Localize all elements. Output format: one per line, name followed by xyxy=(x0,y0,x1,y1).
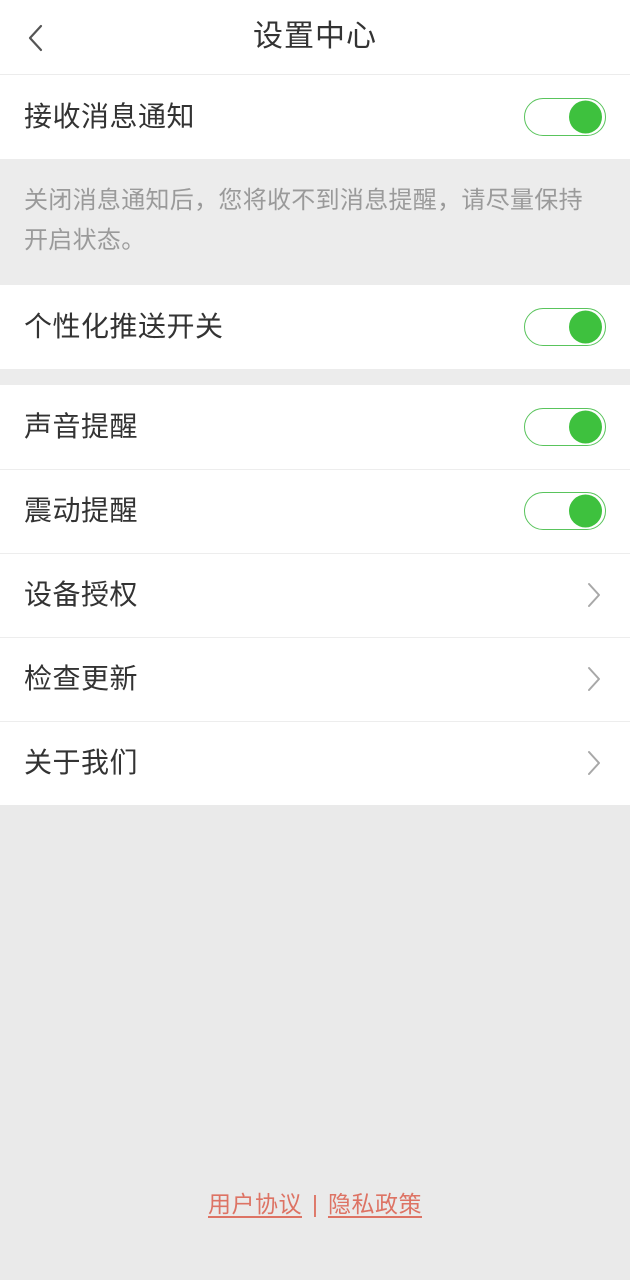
chevron-right-icon xyxy=(588,667,600,691)
row-check-update[interactable]: 检查更新 xyxy=(0,637,630,721)
row-label-device-authorization: 设备授权 xyxy=(24,579,139,610)
row-vibration-alert[interactable]: 震动提醒 xyxy=(0,469,630,553)
page-title: 设置中心 xyxy=(253,20,377,53)
toggle-knob xyxy=(569,310,602,344)
row-label-check-update: 检查更新 xyxy=(24,663,139,694)
toggle-vibration-alert[interactable] xyxy=(524,492,606,530)
footer-links: 用户协议 | 隐私政策 xyxy=(0,1193,630,1280)
row-sound-alert[interactable]: 声音提醒 xyxy=(0,385,630,469)
row-device-authorization[interactable]: 设备授权 xyxy=(0,553,630,637)
chevron-right-icon xyxy=(588,751,600,775)
user-agreement-link[interactable]: 用户协议 xyxy=(208,1193,302,1216)
footer-separator: | xyxy=(312,1191,318,1217)
notifications-section: 接收消息通知 xyxy=(0,75,630,159)
notifications-hint-text: 关闭消息通知后，您将收不到消息提醒，请尽量保持开启状态。 xyxy=(0,159,630,285)
row-label-vibration-alert: 震动提醒 xyxy=(24,495,139,526)
settings-screen: 设置中心 接收消息通知 关闭消息通知后，您将收不到消息提醒，请尽量保持开启状态。… xyxy=(0,0,630,1280)
personalized-push-section: 个性化推送开关 xyxy=(0,285,630,369)
toggle-knob xyxy=(569,100,602,134)
chevron-left-icon xyxy=(28,24,43,51)
row-label-personalized-push: 个性化推送开关 xyxy=(24,311,224,342)
toggle-personalized-push[interactable] xyxy=(524,308,606,346)
row-about-us[interactable]: 关于我们 xyxy=(0,721,630,805)
app-header: 设置中心 xyxy=(0,0,630,75)
row-receive-notifications[interactable]: 接收消息通知 xyxy=(0,75,630,159)
row-label-about-us: 关于我们 xyxy=(24,747,139,778)
row-personalized-push[interactable]: 个性化推送开关 xyxy=(0,285,630,369)
toggle-knob xyxy=(569,410,602,444)
toggle-sound-alert[interactable] xyxy=(524,408,606,446)
row-label-receive-notifications: 接收消息通知 xyxy=(24,101,196,132)
toggle-receive-notifications[interactable] xyxy=(524,98,606,136)
toggle-knob xyxy=(569,494,602,528)
section-gap xyxy=(0,369,630,385)
privacy-policy-link[interactable]: 隐私政策 xyxy=(328,1193,422,1216)
alerts-section: 声音提醒 震动提醒 设备授权 检查更新 关于我们 xyxy=(0,385,630,805)
row-label-sound-alert: 声音提醒 xyxy=(24,411,139,442)
chevron-right-icon xyxy=(588,583,600,607)
back-button[interactable] xyxy=(0,0,70,75)
empty-space xyxy=(0,805,630,1193)
